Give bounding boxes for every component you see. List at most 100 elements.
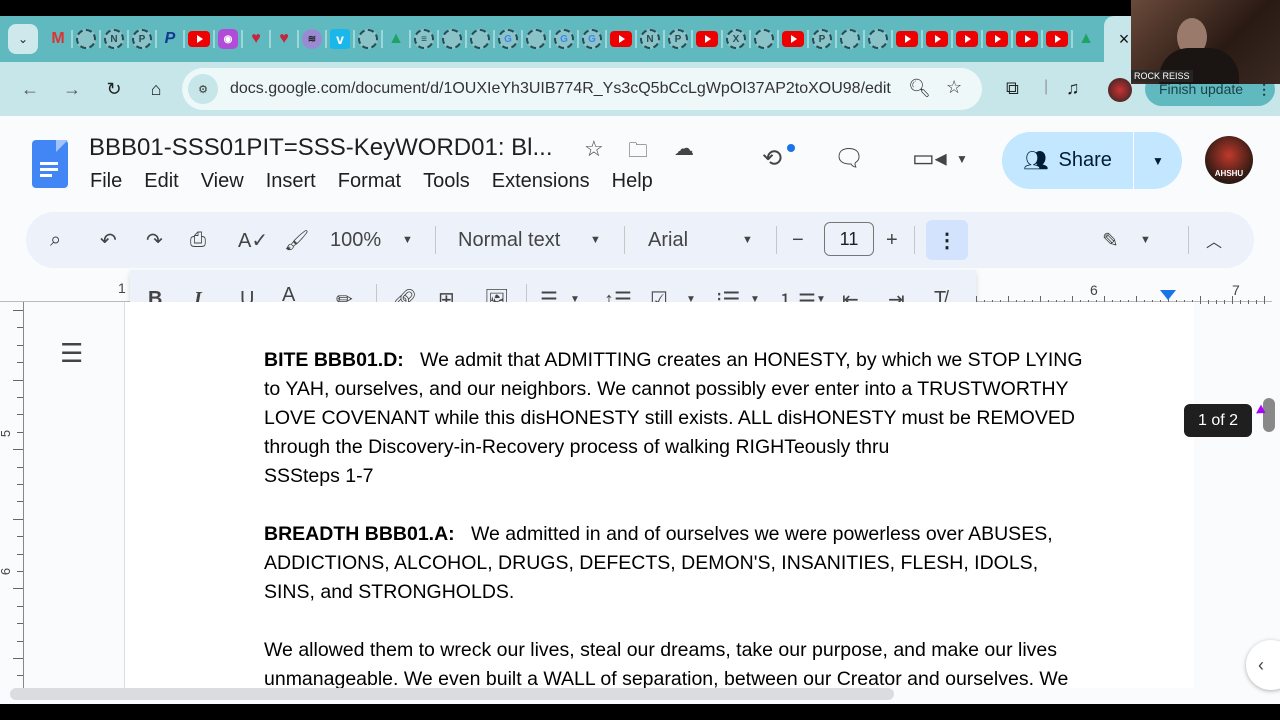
google-tab-icon[interactable]: G bbox=[498, 29, 518, 49]
site-tab-icon[interactable] bbox=[868, 29, 888, 49]
site-tab-icon[interactable] bbox=[76, 29, 96, 49]
print-icon[interactable]: ⎙ bbox=[190, 226, 206, 254]
google-docs-tab-icon[interactable]: ≡ bbox=[414, 29, 434, 49]
spellcheck-icon[interactable]: A✓ bbox=[238, 226, 268, 254]
url-text[interactable]: docs.google.com/document/d/1OUXIeYh3UIB7… bbox=[230, 80, 891, 98]
paypal-tab-icon[interactable]: P bbox=[160, 29, 180, 49]
move-folder-icon[interactable]: 🗀 bbox=[628, 136, 648, 170]
home-icon[interactable]: ⌂ bbox=[144, 79, 168, 100]
paypal-circle-tab-icon[interactable]: P bbox=[812, 29, 832, 49]
iheart-tab-icon[interactable]: ♥ bbox=[246, 29, 266, 49]
zoom-select[interactable]: 100% bbox=[330, 226, 381, 254]
menu-file[interactable]: File bbox=[90, 170, 122, 193]
gmail-tab-icon[interactable]: M bbox=[48, 29, 68, 49]
paragraph-breadth[interactable]: BREADTH BBB01.A: We admitted in and of o… bbox=[264, 520, 1184, 607]
horizontal-scrollbar-thumb[interactable] bbox=[10, 688, 894, 700]
bookmark-star-icon[interactable]: ☆ bbox=[946, 77, 962, 98]
google-tab-icon[interactable]: G bbox=[582, 29, 602, 49]
site-tab-icon[interactable] bbox=[358, 29, 378, 49]
google-tab-icon[interactable]: G bbox=[554, 29, 574, 49]
site-tab-icon[interactable] bbox=[526, 29, 546, 49]
youtube-tab-icon[interactable] bbox=[896, 31, 918, 47]
paint-format-icon[interactable]: 🖌︎ bbox=[284, 226, 309, 254]
youtube-tab-icon[interactable] bbox=[610, 31, 632, 47]
forward-icon[interactable]: → bbox=[60, 79, 84, 100]
decrease-font-size-icon[interactable]: − bbox=[792, 226, 804, 254]
search-menus-icon[interactable]: ⌕ bbox=[50, 226, 61, 254]
spotify-tab-icon[interactable]: ≋ bbox=[302, 29, 322, 49]
youtube-tab-icon[interactable] bbox=[696, 31, 718, 47]
x-tab-icon[interactable]: X bbox=[726, 29, 746, 49]
hide-menus-icon[interactable]: ︿ bbox=[1206, 226, 1222, 254]
redo-icon[interactable]: ↷ bbox=[146, 226, 163, 254]
right-indent-marker[interactable] bbox=[1160, 290, 1176, 300]
side-panel-toggle[interactable]: ‹ bbox=[1246, 640, 1280, 690]
site-nmf-tab-icon[interactable]: N bbox=[104, 29, 124, 49]
font-select[interactable]: Arial bbox=[648, 226, 688, 254]
menu-edit[interactable]: Edit bbox=[144, 170, 178, 193]
meet-video-icon[interactable]: ▭◂ bbox=[912, 144, 947, 173]
increase-font-size-icon[interactable]: + bbox=[886, 226, 898, 254]
style-select[interactable]: Normal text bbox=[458, 226, 560, 254]
meet-dropdown-icon[interactable]: ▼ bbox=[956, 152, 968, 166]
site-nmf-tab-icon[interactable]: N bbox=[640, 29, 660, 49]
document-outline-icon[interactable]: ☰ bbox=[60, 338, 83, 369]
menu-extensions[interactable]: Extensions bbox=[492, 170, 590, 193]
share-button[interactable]: 👥︎ Share ▼ bbox=[1002, 132, 1182, 189]
tab-search-button[interactable]: ⌄ bbox=[8, 24, 38, 54]
more-options-button[interactable]: ⋮ bbox=[926, 220, 968, 260]
menu-insert[interactable]: Insert bbox=[266, 170, 316, 193]
zoom-icon[interactable]: 🔍︎ bbox=[908, 78, 931, 99]
browser-profile-avatar[interactable] bbox=[1108, 78, 1132, 102]
youtube-tab-icon[interactable] bbox=[1016, 31, 1038, 47]
iheart-tab-icon[interactable]: ♥ bbox=[274, 29, 294, 49]
google-drive-tab-icon[interactable]: ▲ bbox=[1076, 29, 1096, 49]
cloud-saved-icon[interactable]: ☁ bbox=[674, 136, 694, 161]
style-dropdown-icon[interactable]: ▼ bbox=[590, 226, 601, 254]
site-tab-icon[interactable] bbox=[470, 29, 490, 49]
youtube-tab-icon[interactable] bbox=[188, 31, 210, 47]
site-tab-icon[interactable] bbox=[442, 29, 462, 49]
url-bar[interactable]: ⚙ docs.google.com/document/d/1OUXIeYh3UI… bbox=[182, 68, 982, 110]
extensions-icon[interactable]: ⧉ bbox=[1006, 78, 1019, 99]
close-tab-icon[interactable]: × bbox=[1119, 29, 1130, 50]
youtube-tab-icon[interactable] bbox=[956, 31, 978, 47]
undo-icon[interactable]: ↶ bbox=[100, 226, 117, 254]
text-line: SSSteps 1-7 bbox=[264, 465, 374, 487]
menu-tools[interactable]: Tools bbox=[423, 170, 470, 193]
reload-icon[interactable]: ↻ bbox=[102, 79, 126, 100]
paragraph-bite[interactable]: BITE BBB01.D: We admit that ADMITTING cr… bbox=[264, 346, 1184, 491]
font-dropdown-icon[interactable]: ▼ bbox=[742, 226, 753, 254]
google-drive-tab-icon[interactable]: ▲ bbox=[386, 29, 406, 49]
podcasts-tab-icon[interactable]: ◉ bbox=[218, 29, 238, 49]
menu-help[interactable]: Help bbox=[612, 170, 653, 193]
site-info-icon[interactable]: ⚙ bbox=[188, 74, 218, 104]
version-history-icon[interactable]: ⟲ bbox=[762, 144, 782, 173]
menu-view[interactable]: View bbox=[201, 170, 244, 193]
youtube-tab-icon[interactable] bbox=[926, 31, 948, 47]
youtube-tab-icon[interactable] bbox=[782, 31, 804, 47]
share-dropdown-icon[interactable]: ▼ bbox=[1134, 154, 1182, 168]
site-tab-icon[interactable] bbox=[840, 29, 860, 49]
document-title[interactable]: BBB01-SSS01PIT=SSS-KeyWORD01: Bl... bbox=[89, 134, 553, 162]
docs-logo-icon[interactable] bbox=[32, 140, 68, 188]
paypal-circle-tab-icon[interactable]: P bbox=[132, 29, 152, 49]
site-tab-icon[interactable] bbox=[754, 29, 774, 49]
editing-mode-icon[interactable]: ✎ bbox=[1102, 226, 1119, 254]
media-control-icon[interactable]: ♫ bbox=[1066, 78, 1080, 99]
menu-format[interactable]: Format bbox=[338, 170, 401, 193]
editing-mode-dropdown-icon[interactable]: ▼ bbox=[1140, 226, 1151, 254]
vimeo-tab-icon[interactable]: v bbox=[330, 29, 350, 49]
back-icon[interactable]: ← bbox=[18, 79, 42, 100]
share-main[interactable]: 👥︎ Share bbox=[1002, 132, 1134, 189]
account-avatar[interactable]: AHSHU bbox=[1205, 136, 1253, 184]
font-size-input[interactable]: 11 bbox=[824, 222, 874, 256]
paypal-circle-tab-icon[interactable]: P bbox=[668, 29, 688, 49]
zoom-dropdown-icon[interactable]: ▼ bbox=[402, 226, 413, 254]
vertical-scrollbar-thumb[interactable] bbox=[1263, 398, 1275, 432]
star-icon[interactable]: ☆ bbox=[584, 136, 604, 162]
youtube-tab-icon[interactable] bbox=[986, 31, 1008, 47]
youtube-tab-icon[interactable] bbox=[1046, 31, 1068, 47]
paragraph-allowed[interactable]: We allowed them to wreck our lives, stea… bbox=[264, 636, 1184, 688]
comments-icon[interactable]: 🗨 bbox=[834, 144, 864, 173]
